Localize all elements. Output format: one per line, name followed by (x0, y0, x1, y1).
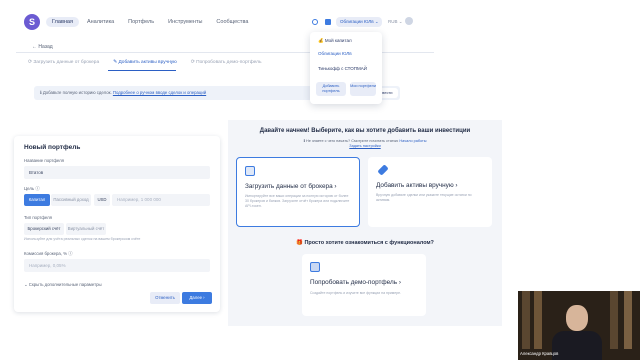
demo-heading: 🎁 Просто хотите ознакомиться с функциона… (296, 240, 434, 246)
portfolio-type-label: Тип портфеля (24, 215, 52, 220)
onboarding-help-link[interactable]: Начало работы (399, 139, 426, 143)
presenter-body (552, 331, 602, 360)
portfolio-type-hint: Используйте для учёта реальных сделок на… (24, 237, 141, 241)
bookshelf (522, 291, 530, 349)
nav-item-portfolio[interactable]: Портфель (122, 17, 160, 27)
user-avatar-icon[interactable] (405, 17, 413, 25)
dropdown-item-capital[interactable]: 💰 Мой капитал (318, 38, 352, 44)
portfolio-selector[interactable]: Облигации ЮЛв ⌄ (336, 17, 382, 27)
form-title: Новый портфель (24, 144, 81, 151)
bookshelf (610, 291, 618, 349)
cancel-button[interactable]: Отменить (150, 292, 180, 304)
portfolio-name-input[interactable]: Втатов (24, 166, 210, 179)
type-broker-option[interactable]: Брокерский счёт (24, 223, 64, 235)
info-text: ℹ Добавьте полную историю сделок. (40, 90, 112, 95)
card-manual-title: Добавить активы вручную › (376, 182, 458, 189)
presenter-name: Александр Кравцов (520, 351, 559, 356)
main-nav: Главная Аналитика Портфель Инструменты С… (46, 17, 254, 27)
commission-input[interactable]: Например, 0,05% (24, 259, 210, 272)
pencil-icon (377, 164, 389, 176)
card-manual-add[interactable]: Добавить активы вручную › Вручную добавь… (368, 157, 492, 227)
webcam-overlay: Александр Кравцов (518, 291, 640, 360)
card-manual-desc: Вручную добавьте сделки или укажите теку… (376, 193, 472, 202)
search-icon[interactable] (312, 19, 318, 25)
card-broker-desc: Импортируйте все ваши операции за полную… (245, 194, 350, 208)
back-link[interactable]: ← Назад (32, 44, 53, 50)
nav-item-tools[interactable]: Инструменты (162, 17, 208, 27)
nav-item-communities[interactable]: Сообщества (210, 17, 254, 27)
toggle-advanced-link[interactable]: ⌄ Скрыть дополнительные параметры (24, 282, 102, 288)
portfolio-name-label: Название портфеля (24, 158, 64, 163)
commission-label: Комиссия брокера, % ⓘ (24, 251, 73, 256)
info-link[interactable]: Подробнее о ручном вводе сделок и операц… (113, 90, 206, 95)
tab-demo-portfolio[interactable]: ⟳ Попробовать демо-портфель (191, 60, 262, 65)
card-broker-title: Загрузить данные от брокера › (245, 183, 337, 190)
add-portfolio-button[interactable]: Добавить портфель (316, 82, 346, 96)
step-tabs: ⟳ Загрузить данные от брокера ✎ Добавить… (28, 60, 261, 65)
goal-passive-income-option[interactable]: Пассивный доход (51, 194, 91, 206)
my-portfolios-button[interactable]: Мои портфели (350, 82, 376, 96)
card-demo-portfolio[interactable]: Попробовать демо-портфель › Создайте пор… (302, 254, 426, 316)
nav-item-home[interactable]: Главная (46, 17, 79, 27)
goal-label: Цель ⓘ (24, 186, 40, 191)
nav-item-analytics[interactable]: Аналитика (81, 17, 120, 27)
card-broker-import[interactable]: Загрузить данные от брокера › Импортируй… (236, 157, 360, 227)
card-demo-desc: Создайте портфель и изучите все функции … (310, 291, 402, 295)
new-portfolio-form: Новый портфель Название портфеля Втатов … (14, 136, 220, 312)
onboarding-subtitle: ℹ Не знаете с чего начать? Смотрите почи… (228, 138, 502, 143)
goal-currency-select[interactable]: USD (94, 194, 110, 206)
next-button[interactable]: Далее › (182, 292, 212, 304)
presenter-face (566, 305, 588, 331)
portfolio-dropdown: 💰 Мой капитал Облигации ЮЛв Тинькофф с С… (310, 32, 382, 104)
dropdown-item-tinkoff[interactable]: Тинькофф с СТОПМАЙ (318, 66, 367, 71)
bookshelf (624, 291, 632, 349)
type-virtual-option[interactable]: Виртуальный счёт (66, 223, 106, 235)
onboarding-panel: Давайте начнем! Выберите, как вы хотите … (228, 120, 502, 326)
goal-amount-input[interactable]: Например, 1 000 000 (112, 194, 210, 206)
goal-capital-option[interactable]: Капитал (24, 194, 50, 206)
onboarding-title: Давайте начнем! Выберите, как вы хотите … (259, 128, 471, 134)
demo-portfolio-icon (310, 262, 320, 272)
tab-manual-add[interactable]: ✎ Добавить активы вручную (113, 60, 177, 65)
app-logo[interactable]: S (24, 14, 40, 30)
upload-icon (245, 166, 255, 176)
dropdown-item-bonds[interactable]: Облигации ЮЛв (318, 51, 352, 56)
tab-broker-import[interactable]: ⟳ Загрузить данные от брокера (28, 60, 99, 65)
currency-selector[interactable]: RUB ⌄ (388, 19, 403, 25)
bookshelf (534, 291, 542, 349)
onboarding-subtitle-text: ℹ Не знаете с чего начать? Смотрите почи… (303, 139, 399, 143)
settings-link[interactable]: Задать настройки (228, 144, 502, 148)
active-tab-indicator (108, 70, 176, 71)
portfolio-icon[interactable] (325, 19, 331, 25)
card-demo-title: Попробовать демо-портфель › (310, 279, 401, 286)
